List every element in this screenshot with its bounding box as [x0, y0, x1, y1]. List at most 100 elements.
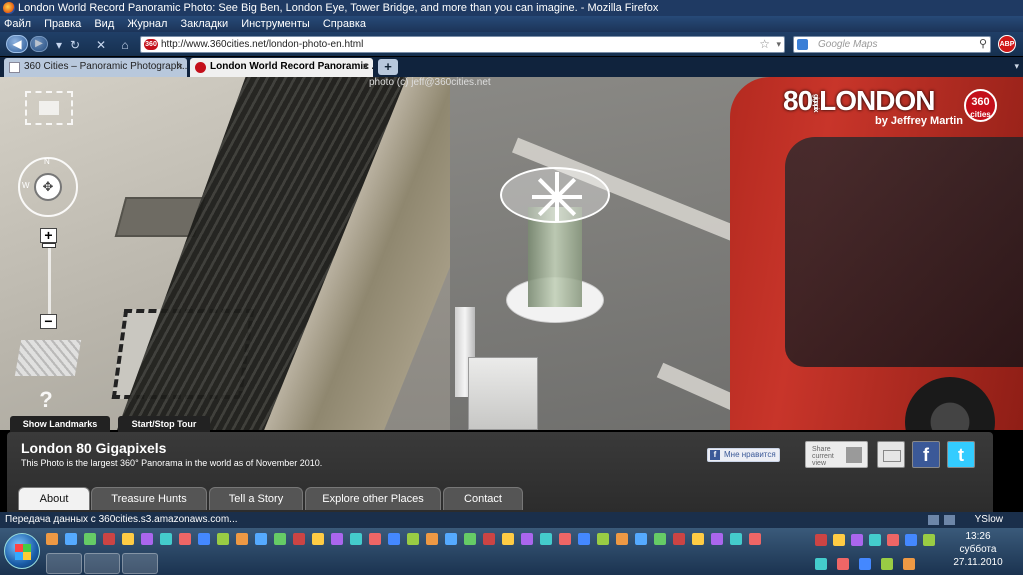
tray-icon[interactable] [905, 534, 917, 546]
close-icon[interactable]: × [363, 58, 369, 76]
menu-help[interactable]: Справка [323, 18, 366, 30]
panorama-viewer[interactable]: photo (c) jeff@360cities.net 80gigapixLO… [0, 77, 1023, 430]
quick-launch-icon[interactable] [160, 533, 172, 545]
url-dropdown-icon[interactable]: ▾ [776, 37, 781, 52]
quick-launch-icon[interactable] [749, 533, 761, 545]
tray-icon[interactable] [869, 534, 881, 546]
tab-360cities[interactable]: 360 Cities – Panoramic Photograph... × [4, 58, 187, 77]
pan-arrows-icon[interactable]: ✥ [34, 173, 62, 201]
quick-launch-icon[interactable] [350, 533, 362, 545]
share-view-button[interactable]: Share current view [805, 441, 868, 468]
menu-tools[interactable]: Инструменты [241, 18, 310, 30]
tray-icon[interactable] [815, 534, 827, 546]
zoom-out-button[interactable]: − [40, 314, 57, 329]
taskbar-app[interactable] [122, 553, 158, 574]
show-landmarks-button[interactable]: Show Landmarks [10, 416, 110, 432]
stop-icon[interactable]: ✕ [94, 38, 108, 52]
quick-launch-icon[interactable] [179, 533, 191, 545]
tab-tell-a-story[interactable]: Tell a Story [209, 487, 303, 510]
yslow-label[interactable]: YSlow [975, 512, 1003, 528]
quick-launch-icon[interactable] [597, 533, 609, 545]
quick-launch-icon[interactable] [217, 533, 229, 545]
menu-edit[interactable]: Правка [44, 18, 81, 30]
search-icon[interactable]: ⚲ [979, 37, 987, 52]
tray-icon[interactable] [837, 558, 849, 570]
quick-launch-icon[interactable] [274, 533, 286, 545]
site-identity-icon[interactable]: 360 [144, 39, 158, 50]
quick-launch-icon[interactable] [540, 533, 552, 545]
quick-launch-icon[interactable] [122, 533, 134, 545]
status-addon-icon[interactable] [928, 515, 939, 525]
tab-about[interactable]: About [18, 487, 90, 510]
quick-launch-icon[interactable] [84, 533, 96, 545]
help-icon[interactable]: ? [35, 387, 57, 412]
menu-view[interactable]: Вид [94, 18, 114, 30]
quick-launch-icon[interactable] [388, 533, 400, 545]
quick-launch-icon[interactable] [483, 533, 495, 545]
tab-explore-other-places[interactable]: Explore other Places [305, 487, 441, 510]
tab-contact[interactable]: Contact [443, 487, 523, 510]
tab-treasure-hunts[interactable]: Treasure Hunts [91, 487, 207, 510]
forward-button[interactable]: ▶ [30, 36, 48, 52]
search-engine-icon[interactable] [797, 39, 808, 50]
zoom-slider-track[interactable] [48, 239, 51, 321]
quick-launch-icon[interactable] [331, 533, 343, 545]
fullscreen-icon[interactable] [25, 91, 73, 125]
facebook-like-button[interactable]: f Мне нравится [707, 448, 780, 462]
quick-launch-icon[interactable] [616, 533, 628, 545]
twitter-share-button[interactable]: t [947, 441, 975, 468]
zoom-slider-handle[interactable] [42, 243, 56, 248]
start-button[interactable] [4, 533, 40, 569]
quick-launch-icon[interactable] [293, 533, 305, 545]
map-thumbnail[interactable] [14, 340, 82, 376]
quick-launch-icon[interactable] [369, 533, 381, 545]
tray-icon[interactable] [903, 558, 915, 570]
quick-launch-icon[interactable] [198, 533, 210, 545]
taskbar-firefox[interactable] [46, 553, 82, 574]
tray-icon[interactable] [887, 534, 899, 546]
taskbar-explorer[interactable] [84, 553, 120, 574]
quick-launch-icon[interactable] [635, 533, 647, 545]
quick-launch-icon[interactable] [464, 533, 476, 545]
tray-icon[interactable] [859, 558, 871, 570]
history-dropdown-icon[interactable]: ▾ [52, 38, 66, 52]
quick-launch-icon[interactable] [407, 533, 419, 545]
tray-icon[interactable] [851, 534, 863, 546]
status-addon-icon[interactable] [944, 515, 955, 525]
bookmark-star-icon[interactable]: ☆ [759, 37, 770, 52]
home-icon[interactable]: ⌂ [118, 38, 132, 52]
quick-launch-icon[interactable] [578, 533, 590, 545]
start-stop-tour-button[interactable]: Start/Stop Tour [118, 416, 210, 432]
menu-history[interactable]: Журнал [127, 18, 167, 30]
quick-launch-icon[interactable] [426, 533, 438, 545]
quick-launch-icon[interactable] [730, 533, 742, 545]
tab-list-icon[interactable]: ▾ [1014, 61, 1019, 72]
quick-launch-icon[interactable] [445, 533, 457, 545]
quick-launch-icon[interactable] [559, 533, 571, 545]
search-bar[interactable]: Google Maps ⚲ [793, 36, 991, 53]
tray-icon[interactable] [923, 534, 935, 546]
url-bar[interactable]: 360 http://www.360cities.net/london-phot… [140, 36, 785, 53]
new-tab-button[interactable]: + [378, 59, 398, 75]
menu-bookmarks[interactable]: Закладки [181, 18, 229, 30]
quick-launch-icon[interactable] [673, 533, 685, 545]
quick-launch-icon[interactable] [502, 533, 514, 545]
facebook-share-button[interactable]: f [912, 441, 940, 468]
london-80-logo[interactable]: 80gigapixLONDON by Jeffrey Martin 360 ci… [783, 85, 1003, 131]
quick-launch-icon[interactable] [103, 533, 115, 545]
quick-launch-icon[interactable] [312, 533, 324, 545]
compass-control[interactable]: N W ✥ [18, 157, 78, 217]
quick-launch-icon[interactable] [236, 533, 248, 545]
quick-launch-icon[interactable] [46, 533, 58, 545]
quick-launch-icon[interactable] [654, 533, 666, 545]
quick-launch-icon[interactable] [65, 533, 77, 545]
quick-launch-icon[interactable] [711, 533, 723, 545]
quick-launch-icon[interactable] [141, 533, 153, 545]
tray-icon[interactable] [815, 558, 827, 570]
quick-launch-icon[interactable] [255, 533, 267, 545]
quick-launch-icon[interactable] [692, 533, 704, 545]
tab-london-record[interactable]: London World Record Panoramic ... × [190, 58, 373, 77]
email-icon[interactable] [877, 441, 905, 468]
quick-launch-icon[interactable] [521, 533, 533, 545]
menu-file[interactable]: Файл [4, 18, 31, 30]
